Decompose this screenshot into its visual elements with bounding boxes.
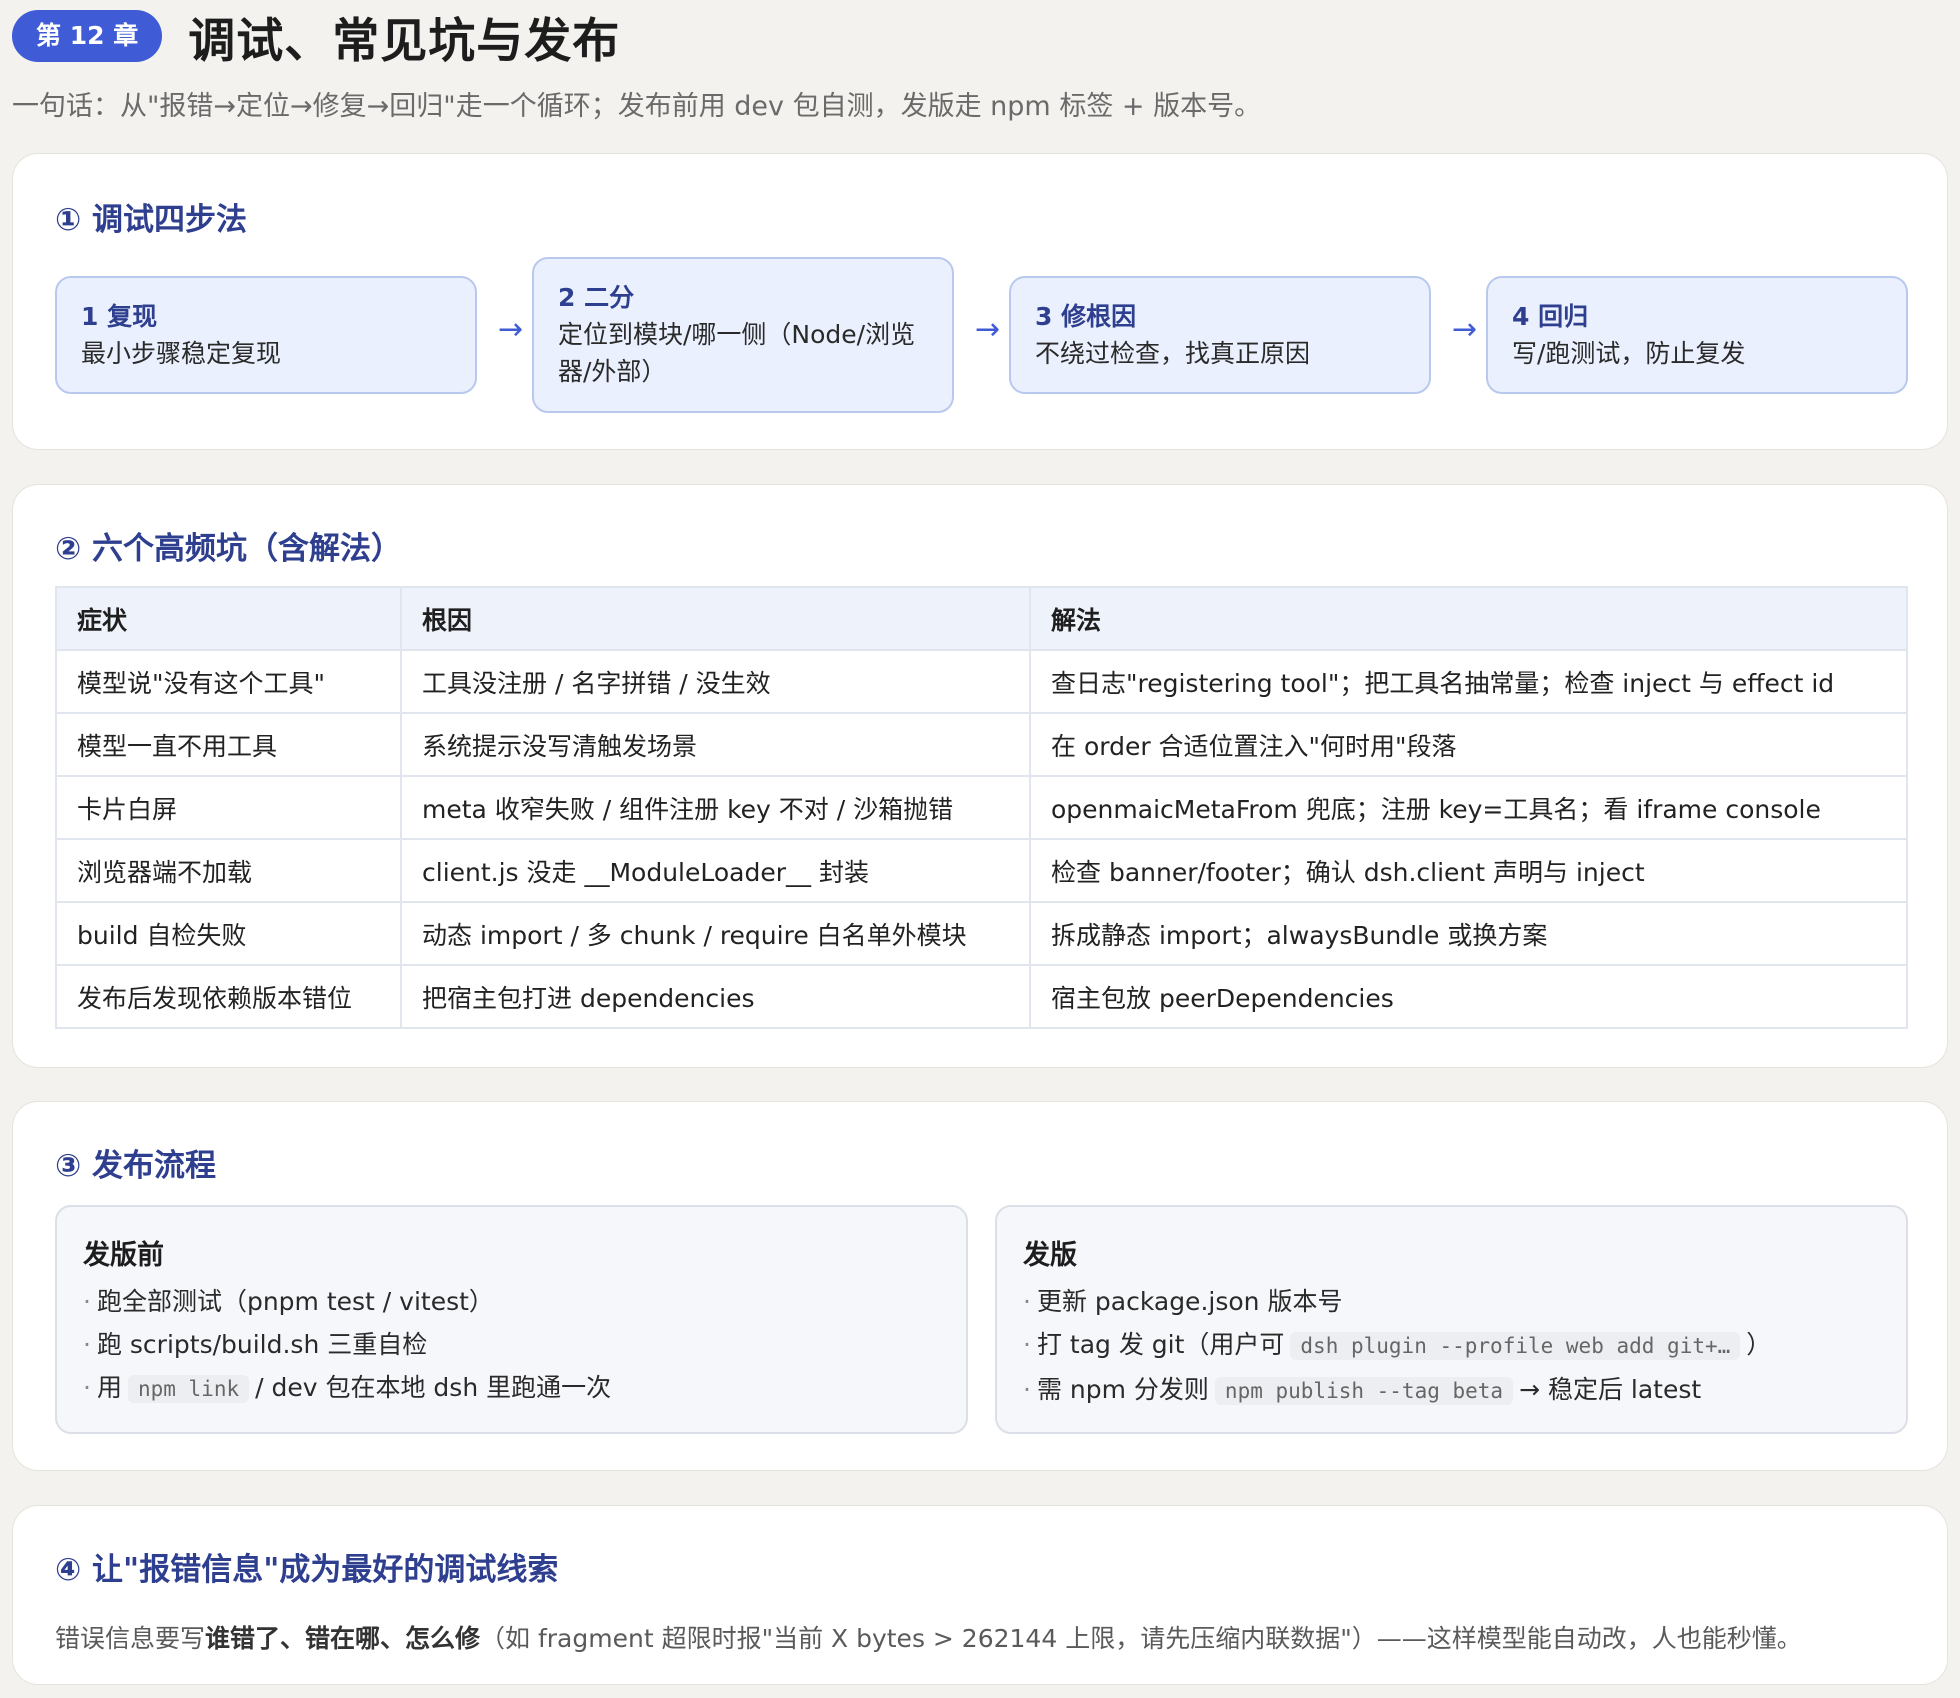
section-title-pitfalls: ② 六个高频坑（含解法） [55,531,403,567]
table-row: 模型说"没有这个工具" 工具没注册 / 名字拼错 / 没生效 查日志"regis… [55,649,1908,714]
publish-box: 发版 · 更新 package.json 版本号 · 打 tag 发 git（用户可… [995,1205,1908,1434]
step-description: 写/跑测试，防止复发 [1512,339,1746,368]
cell-solution: 宿主包放 peerDependencies [1029,964,1908,1029]
tip-text: 错误信息要写 [55,1624,206,1653]
arrow-icon: → [498,312,524,347]
cell-cause: 把宿主包打进 dependencies [400,964,1031,1029]
step-number: 1 复现 [81,302,158,331]
publish-list: · 更新 package.json 版本号 · 打 tag 发 git（用户可 dsh… [1023,1280,1880,1413]
page-header: 第 12 章 调试、常见坑与发布 一句话：从"报错→定位→修复→回归"走一个循环… [12,6,1948,123]
list-item-text: / dev 包在本地 dsh 里跑通一次 [255,1373,612,1402]
cell-symptom: 浏览器端不加载 [55,838,402,903]
step-number: 3 修根因 [1035,302,1137,331]
table-row: build 自检失败 动态 import / 多 chunk / require… [55,901,1908,966]
list-item: · 需 npm 分发则 npm publish --tag beta → 稳定后 la… [1023,1368,1880,1413]
debug-steps-card: ① 调试四步法 1 复现 最小步骤稳定复现 → 2 二分 定位到模块/哪一侧（N… [12,153,1948,450]
table-row: 发布后发现依赖版本错位 把宿主包打进 dependencies 宿主包放 pee… [55,964,1908,1029]
list-item-text: 需 npm 分发则 [1036,1375,1209,1404]
pitfalls-table: 症状 根因 解法 模型说"没有这个工具" 工具没注册 / 名字拼错 / 没生效 … [55,586,1908,1029]
step-number: 2 二分 [558,283,635,312]
cell-symptom: 发布后发现依赖版本错位 [55,964,402,1029]
cell-solution: 在 order 合适位置注入"何时用"段落 [1029,712,1908,777]
step-description: 定位到模块/哪一侧（Node/浏览器/外部） [558,320,916,386]
bullet: · [1023,1375,1031,1404]
error-messages-card: ④ 让"报错信息"成为最好的调试线索 错误信息要写谁错了、错在哪、怎么修（如 f… [12,1505,1948,1685]
bullet: · [83,1373,91,1402]
page-title: 调试、常见坑与发布 [188,13,621,69]
list-item-text: → 稳定后 latest [1519,1375,1702,1404]
before-release-title: 发版前 [83,1240,164,1271]
step-description: 最小步骤稳定复现 [81,339,282,368]
cell-symptom: 模型一直不用工具 [55,712,402,777]
inline-code: dsh plugin --profile web add git+… [1290,1332,1741,1360]
section-title-release: ③ 发布流程 [55,1148,217,1184]
bullet: · [83,1287,91,1316]
list-item-text: 用 [96,1373,122,1402]
table-row: 模型一直不用工具 系统提示没写清触发场景 在 order 合适位置注入"何时用"… [55,712,1908,777]
step-reproduce: 1 复现 最小步骤稳定复现 [55,276,477,394]
release-card: ③ 发布流程 发版前 · 跑全部测试（pnpm test / vitest） · 跑… [12,1101,1948,1471]
table-header-row: 症状 根因 解法 [55,586,1908,651]
column-header-cause: 根因 [400,586,1031,651]
bullet: · [1023,1287,1031,1316]
before-release-box: 发版前 · 跑全部测试（pnpm test / vitest） · 跑 script… [55,1205,968,1434]
table-row: 浏览器端不加载 client.js 没走 __ModuleLoader__ 封装… [55,838,1908,903]
list-item: · 更新 package.json 版本号 [1023,1280,1880,1323]
page-subtitle: 一句话：从"报错→定位→修复→回归"走一个循环；发布前用 dev 包自测，发版走… [12,91,1262,122]
list-item-text: 打 tag 发 git（用户可 [1036,1330,1285,1359]
tip-text: （如 fragment 超限时报"当前 X bytes > 262144 上限，… [480,1624,1802,1653]
cell-cause: meta 收窄失败 / 组件注册 key 不对 / 沙箱抛错 [400,775,1031,840]
steps-flow: 1 复现 最小步骤稳定复现 → 2 二分 定位到模块/哪一侧（Node/浏览器/… [55,154,1908,449]
list-item: · 打 tag 发 git（用户可 dsh plugin --profile web… [1023,1323,1880,1368]
list-item-text: 跑全部测试（pnpm test / vitest） [96,1287,494,1316]
arrow-icon: → [1452,312,1478,347]
error-tip-text: 错误信息要写谁错了、错在哪、怎么修（如 fragment 超限时报"当前 X b… [55,1619,1802,1655]
step-regression: 4 回归 写/跑测试，防止复发 [1486,276,1908,394]
column-header-solution: 解法 [1029,586,1908,651]
cell-solution: 查日志"registering tool"；把工具名抽常量；检查 inject … [1029,649,1908,714]
list-item-text: 跑 scripts/build.sh 三重自检 [96,1330,428,1359]
list-item: · 用 npm link / dev 包在本地 dsh 里跑通一次 [83,1366,940,1411]
cell-symptom: 卡片白屏 [55,775,402,840]
chapter-badge: 第 12 章 [12,10,163,62]
tip-emphasis: 谁错了、错在哪、怎么修 [205,1624,481,1653]
before-release-list: · 跑全部测试（pnpm test / vitest） · 跑 scripts/bu… [83,1280,940,1411]
list-item-text: ） [1746,1330,1772,1359]
list-item: · 跑 scripts/build.sh 三重自检 [83,1323,940,1366]
cell-solution: 检查 banner/footer；确认 dsh.client 声明与 injec… [1029,838,1908,903]
column-header-symptom: 症状 [55,586,402,651]
cell-solution: 拆成静态 import；alwaysBundle 或换方案 [1029,901,1908,966]
cell-cause: 工具没注册 / 名字拼错 / 没生效 [400,649,1031,714]
cell-symptom: build 自检失败 [55,901,402,966]
inline-code: npm link [127,1375,250,1403]
section-title-errors: ④ 让"报错信息"成为最好的调试线索 [55,1552,559,1588]
step-number: 4 回归 [1512,302,1589,331]
pitfalls-card: ② 六个高频坑（含解法） 症状 根因 解法 模型说"没有这个工具" 工具没注册 … [12,484,1948,1068]
cell-cause: 动态 import / 多 chunk / require 白名单外模块 [400,901,1031,966]
step-fix-root-cause: 3 修根因 不绕过检查，找真正原因 [1009,276,1431,394]
cell-symptom: 模型说"没有这个工具" [55,649,402,714]
list-item: · 跑全部测试（pnpm test / vitest） [83,1280,940,1323]
bullet: · [1023,1330,1031,1359]
table-row: 卡片白屏 meta 收窄失败 / 组件注册 key 不对 / 沙箱抛错 open… [55,775,1908,840]
step-description: 不绕过检查，找真正原因 [1035,339,1311,368]
list-item-text: 更新 package.json 版本号 [1036,1287,1343,1316]
bullet: · [83,1330,91,1359]
publish-title: 发版 [1023,1240,1077,1271]
cell-solution: openmaicMetaFrom 兜底；注册 key=工具名；看 iframe … [1029,775,1908,840]
inline-code: npm publish --tag beta [1214,1377,1514,1405]
cell-cause: 系统提示没写清触发场景 [400,712,1031,777]
step-bisect: 2 二分 定位到模块/哪一侧（Node/浏览器/外部） [532,257,954,413]
arrow-icon: → [975,312,1001,347]
cell-cause: client.js 没走 __ModuleLoader__ 封装 [400,838,1031,903]
